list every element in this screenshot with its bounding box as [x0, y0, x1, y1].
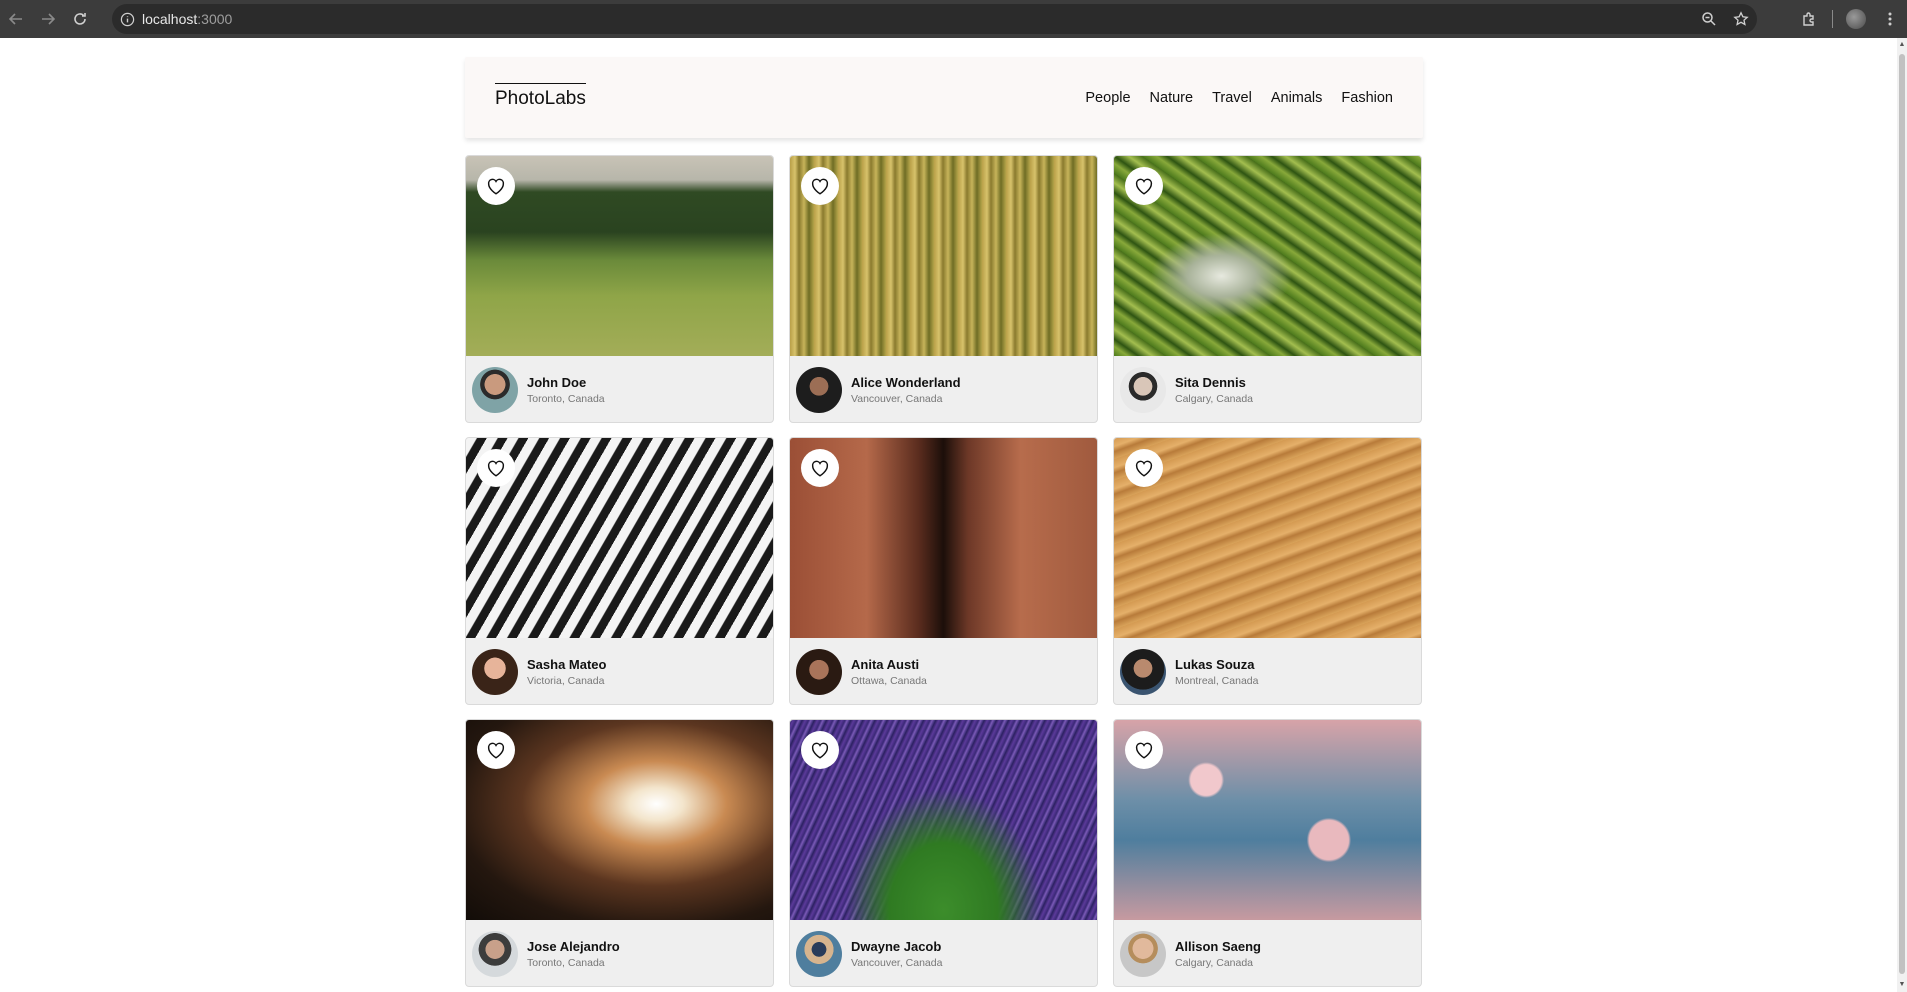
- photo-list-item[interactable]: Sita Dennis Calgary, Canada: [1113, 155, 1422, 423]
- user-location: Vancouver, Canada: [851, 393, 943, 405]
- topic-list: People Nature Travel Animals Fashion: [1085, 90, 1393, 106]
- extensions-icon[interactable]: [1792, 0, 1826, 38]
- favourite-button[interactable]: [477, 167, 515, 205]
- topic-travel[interactable]: Travel: [1212, 90, 1252, 106]
- zoom-icon[interactable]: [1693, 11, 1725, 27]
- favourite-button[interactable]: [1125, 449, 1163, 487]
- topic-fashion[interactable]: Fashion: [1341, 90, 1393, 106]
- avatar: [472, 649, 518, 695]
- arrow-right-icon: [42, 13, 56, 25]
- scroll-down-arrow-icon[interactable]: ▼: [1898, 980, 1906, 990]
- avatar: [796, 367, 842, 413]
- avatar: [472, 367, 518, 413]
- photo-list-item[interactable]: Allison Saeng Calgary, Canada: [1113, 719, 1422, 987]
- heart-icon: [811, 460, 829, 477]
- photo-details: Alice Wonderland Vancouver, Canada: [790, 356, 1097, 422]
- heart-icon: [487, 178, 505, 195]
- photo-details: Sasha Mateo Victoria, Canada: [466, 638, 773, 704]
- user-location: Montreal, Canada: [1175, 675, 1259, 687]
- avatar: [1120, 931, 1166, 977]
- avatar: [1120, 649, 1166, 695]
- photo-list-item[interactable]: Lukas Souza Montreal, Canada: [1113, 437, 1422, 705]
- user-name: Alice Wonderland: [851, 375, 961, 390]
- user-name: Jose Alejandro: [527, 939, 620, 954]
- photo-list-item[interactable]: John Doe Toronto, Canada: [465, 155, 774, 423]
- user-name: Lukas Souza: [1175, 657, 1255, 672]
- photo-details: Lukas Souza Montreal, Canada: [1114, 638, 1421, 704]
- browser-toolbar: localhost:3000: [0, 0, 1907, 38]
- address-bar[interactable]: localhost:3000: [112, 4, 1757, 34]
- heart-icon: [1135, 460, 1153, 477]
- favourite-button[interactable]: [477, 731, 515, 769]
- photo-details: Dwayne Jacob Vancouver, Canada: [790, 920, 1097, 986]
- user-name: Sasha Mateo: [527, 657, 607, 672]
- toolbar-divider: [1832, 10, 1833, 28]
- user-location: Vancouver, Canada: [851, 957, 943, 969]
- photo-details: Anita Austi Ottawa, Canada: [790, 638, 1097, 704]
- favourite-button[interactable]: [477, 449, 515, 487]
- favourite-button[interactable]: [1125, 731, 1163, 769]
- site-info-icon[interactable]: [112, 12, 142, 27]
- topic-animals[interactable]: Animals: [1271, 90, 1323, 106]
- url-text: localhost:3000: [142, 11, 233, 27]
- avatar: [1120, 367, 1166, 413]
- photo-list-item[interactable]: Anita Austi Ottawa, Canada: [789, 437, 1098, 705]
- forward-button[interactable]: [32, 3, 64, 35]
- photo-list-item[interactable]: Alice Wonderland Vancouver, Canada: [789, 155, 1098, 423]
- topic-people[interactable]: People: [1085, 90, 1130, 106]
- scroll-up-arrow-icon[interactable]: ▲: [1898, 40, 1906, 50]
- reload-icon: [74, 13, 86, 25]
- profile-avatar[interactable]: [1839, 0, 1873, 38]
- user-location: Toronto, Canada: [527, 957, 605, 969]
- topic-nature[interactable]: Nature: [1150, 90, 1194, 106]
- user-name: John Doe: [527, 375, 587, 390]
- reload-button[interactable]: [64, 3, 96, 35]
- vertical-scrollbar[interactable]: ▲ ▼: [1897, 38, 1907, 992]
- photo-details: John Doe Toronto, Canada: [466, 356, 773, 422]
- top-navigation-bar: PhotoLabs People Nature Travel Animals F…: [465, 57, 1423, 138]
- heart-icon: [1135, 742, 1153, 759]
- photo-details: Sita Dennis Calgary, Canada: [1114, 356, 1421, 422]
- user-name: Sita Dennis: [1175, 375, 1246, 390]
- heart-icon: [1135, 178, 1153, 195]
- app-logo[interactable]: PhotoLabs: [495, 83, 586, 110]
- photo-list-item[interactable]: Jose Alejandro Toronto, Canada: [465, 719, 774, 987]
- page-viewport: PhotoLabs People Nature Travel Animals F…: [0, 38, 1897, 992]
- favourite-button[interactable]: [801, 167, 839, 205]
- photo-details: Allison Saeng Calgary, Canada: [1114, 920, 1421, 986]
- avatar: [472, 931, 518, 977]
- heart-icon: [487, 460, 505, 477]
- avatar: [796, 931, 842, 977]
- back-button[interactable]: [0, 3, 32, 35]
- heart-icon: [487, 742, 505, 759]
- user-location: Victoria, Canada: [527, 675, 605, 687]
- heart-icon: [811, 742, 829, 759]
- favourite-button[interactable]: [801, 449, 839, 487]
- photo-list: John Doe Toronto, Canada Alice Wonderlan…: [465, 155, 1423, 987]
- scrollbar-thumb[interactable]: [1899, 54, 1905, 974]
- user-location: Toronto, Canada: [527, 393, 605, 405]
- avatar: [796, 649, 842, 695]
- user-name: Dwayne Jacob: [851, 939, 942, 954]
- user-location: Calgary, Canada: [1175, 957, 1254, 969]
- favourite-button[interactable]: [1125, 167, 1163, 205]
- kebab-menu-icon[interactable]: [1873, 0, 1907, 38]
- user-name: Allison Saeng: [1175, 939, 1261, 954]
- user-name: Anita Austi: [851, 657, 920, 672]
- user-location: Calgary, Canada: [1175, 393, 1254, 405]
- arrow-left-icon: [8, 13, 22, 25]
- photo-list-item[interactable]: Sasha Mateo Victoria, Canada: [465, 437, 774, 705]
- favourite-button[interactable]: [801, 731, 839, 769]
- photo-details: Jose Alejandro Toronto, Canada: [466, 920, 773, 986]
- bookmark-star-icon[interactable]: [1725, 11, 1757, 27]
- photo-list-item[interactable]: Dwayne Jacob Vancouver, Canada: [789, 719, 1098, 987]
- user-location: Ottawa, Canada: [851, 675, 927, 687]
- heart-icon: [811, 178, 829, 195]
